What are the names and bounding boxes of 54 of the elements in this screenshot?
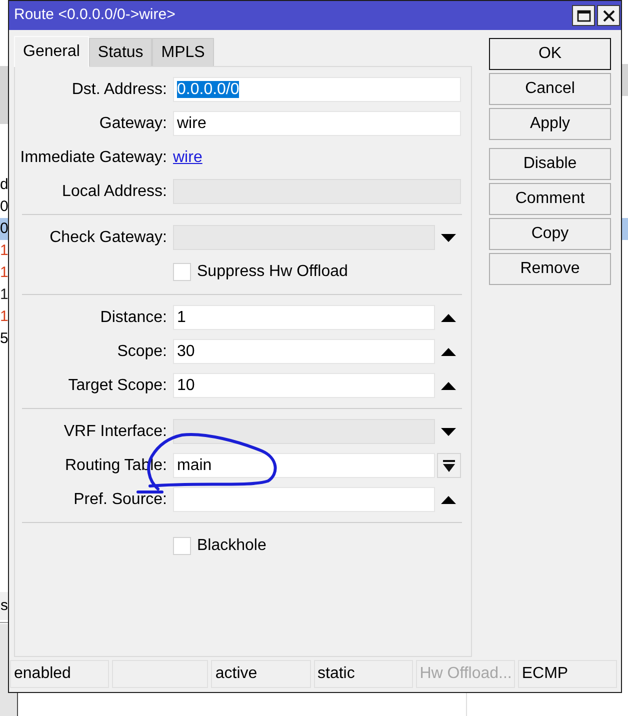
action-button[interactable]: Cancel — [489, 73, 611, 105]
close-icon — [602, 10, 614, 22]
checkbox[interactable] — [173, 262, 191, 280]
up-arrow-icon[interactable] — [440, 382, 456, 390]
field-label: VRF Interface: — [62, 422, 167, 442]
action-button[interactable]: OK — [489, 38, 611, 70]
close-button[interactable] — [597, 5, 620, 26]
input-field[interactable]: 30 — [173, 339, 435, 364]
footer-text: s — [0, 592, 8, 620]
status-cell: active — [211, 660, 311, 688]
up-arrow-icon[interactable] — [440, 348, 456, 356]
input-field[interactable]: 1 — [173, 305, 435, 330]
window-title: Route <0.0.0.0/0->wire> — [14, 5, 176, 26]
tab[interactable]: Status — [88, 38, 152, 66]
tab[interactable]: MPLS — [152, 38, 214, 66]
maximize-icon — [576, 10, 590, 22]
action-button[interactable]: Comment — [489, 183, 611, 215]
gateway-link[interactable]: wire — [173, 146, 202, 170]
table-cell: 0 — [0, 218, 8, 240]
field-label: Scope: — [116, 342, 167, 362]
status-cell: Hw Offload... — [416, 660, 515, 688]
field-label: Pref. Source: — [72, 490, 167, 510]
arrow-down-bar-icon — [443, 460, 455, 472]
toolbar-background — [0, 66, 8, 124]
field-label: Local Address: — [61, 182, 167, 202]
table-row-highlight — [622, 218, 628, 240]
status-cell: ECMP — [518, 660, 618, 688]
action-button[interactable]: Disable — [489, 148, 611, 180]
field-label: Dst. Address: — [70, 80, 167, 100]
up-arrow-icon[interactable] — [440, 496, 456, 504]
checkbox[interactable] — [173, 536, 191, 554]
dropdown-button[interactable] — [437, 453, 461, 478]
action-button[interactable]: Apply — [489, 108, 611, 140]
field-label: Check Gateway: — [48, 228, 167, 248]
toolbar-background — [622, 64, 628, 96]
checkbox-label[interactable]: Suppress Hw Offload — [197, 260, 348, 284]
checkbox-label[interactable]: Blackhole — [197, 534, 266, 558]
tab[interactable]: General — [14, 36, 89, 67]
up-arrow-icon[interactable] — [440, 314, 456, 322]
input-field[interactable]: 0.0.0.0/0 — [173, 77, 461, 102]
field-label: Distance: — [99, 308, 167, 328]
field-label: Immediate Gateway: — [19, 148, 167, 168]
input-field[interactable]: 10 — [173, 373, 435, 398]
column-header: d — [0, 175, 8, 195]
field-label: Target Scope: — [67, 376, 167, 396]
input-field[interactable] — [173, 487, 435, 512]
input-field[interactable]: wire — [173, 111, 461, 136]
status-cell: enabled — [10, 660, 110, 688]
action-button[interactable]: Copy — [489, 218, 611, 250]
maximize-button[interactable] — [572, 5, 595, 26]
field-label: Gateway: — [98, 114, 167, 134]
status-cell: static — [314, 660, 413, 688]
input-field[interactable]: main — [173, 453, 435, 478]
action-button[interactable]: Remove — [489, 253, 611, 285]
